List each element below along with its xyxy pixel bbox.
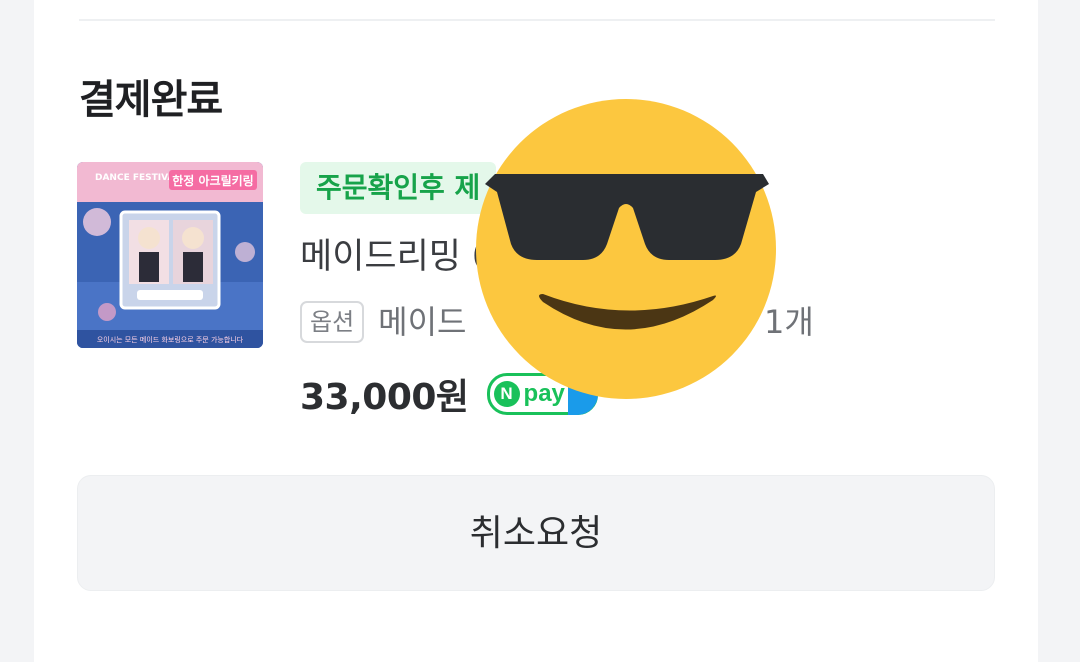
thumbnail-footer-text: 오이시는 모든 메이드 화보링으로 주문 가능합니다	[97, 335, 244, 344]
cancel-request-button[interactable]: 취소요청	[77, 475, 995, 591]
delivery-badge: 주문확인후 제	[300, 162, 497, 214]
thumbnail-festival-text: DANCE FESTIVAL	[95, 173, 180, 183]
price: 33,000원	[300, 377, 469, 418]
option-tag: 옵션	[300, 301, 365, 343]
thumbnail-banner-text: 한정 아크릴키링	[172, 173, 253, 188]
sunglasses-smiley-emoji-icon	[476, 99, 776, 399]
option-text: 메이드	[378, 303, 467, 341]
product-thumbnail[interactable]: 오이시는 모든 메이드 화보링으로 주문 가능합니다 DANCE FESTIVA…	[77, 162, 263, 348]
section-divider	[79, 19, 995, 21]
option-row: 옵션 메이드	[300, 298, 467, 346]
order-status-title: 결제완료	[79, 77, 223, 123]
product-thumbnail-image: 오이시는 모든 메이드 화보링으로 주문 가능합니다 DANCE FESTIVA…	[77, 162, 263, 348]
